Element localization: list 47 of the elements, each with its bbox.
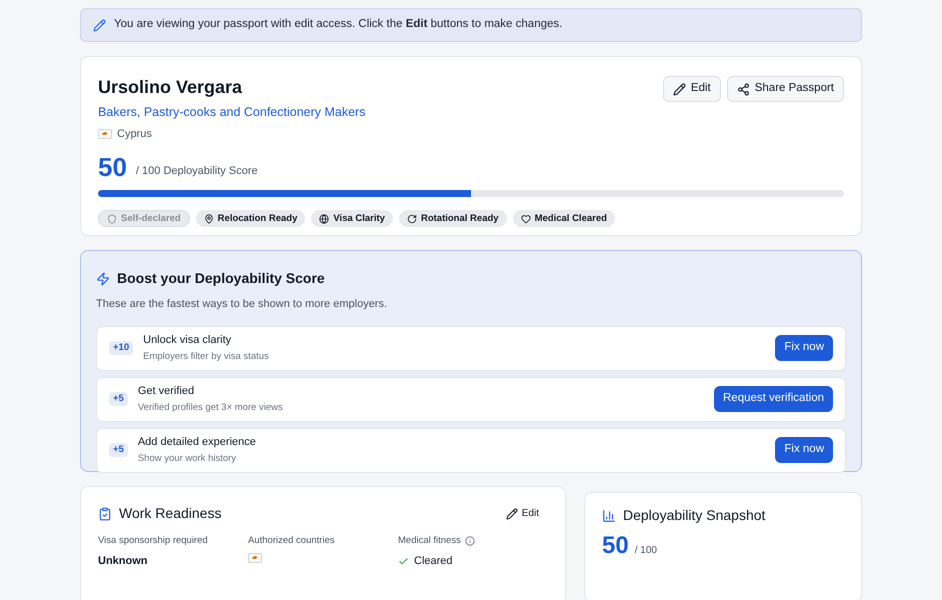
clipboard-icon [98, 506, 112, 520]
boost-item-title: Unlock visa clarity [143, 333, 232, 348]
points-badge: +5 [109, 392, 128, 406]
boost-item-detail: Show your work history [138, 452, 238, 466]
fix-button[interactable]: Fix now [775, 335, 833, 361]
profile-name: Ursolino Vergara [98, 76, 244, 99]
field-label: Visa sponsorship required [98, 534, 208, 548]
points-badge: +10 [109, 341, 134, 355]
status-badge: Rotational Ready [398, 210, 507, 228]
status-badge: Medical Cleared [512, 210, 615, 228]
status-badge: Visa Clarity [311, 210, 393, 228]
boost-item-detail: Verified profiles get 3× more views [138, 400, 283, 415]
edit-button[interactable]: Edit [662, 76, 721, 102]
snapshot-score-label: / 100 [634, 544, 657, 558]
share-icon [736, 82, 750, 96]
share-button[interactable]: Share Passport [726, 76, 844, 102]
fix-button[interactable]: Request verification [714, 386, 833, 412]
status-badge: Self-declared [98, 210, 190, 228]
check-icon [398, 556, 409, 567]
edit-button[interactable]: Edit [506, 506, 539, 521]
work-readiness-title: Work Readiness [119, 504, 222, 523]
country-text: Cyprus [117, 126, 152, 142]
status-badge: Relocation Ready [196, 210, 306, 228]
boost-title: Boost your Deployability Score [117, 269, 325, 288]
pencil-icon [672, 82, 686, 96]
field-label: Authorized countries [248, 534, 335, 548]
boost-item-title: Add detailed experience [138, 435, 256, 450]
snapshot-title: Deployability Snapshot [623, 506, 766, 525]
fix-button[interactable]: Fix now [775, 437, 833, 463]
boost-item-detail: Employers filter by visa status [143, 350, 269, 364]
lightning-icon [96, 272, 110, 286]
boost-subtitle: These are the fastest ways to be shown to more employers. [96, 297, 388, 312]
flag-icon [98, 129, 112, 139]
notice-text: You are viewing your passport with edit access. Click the Edit buttons to make changes. [114, 17, 562, 32]
flag-icon [248, 553, 262, 564]
field-value: Unknown [98, 554, 148, 570]
snapshot-score: 50 [602, 532, 629, 560]
field-label: Medical fitness [398, 534, 461, 548]
occupation-link[interactable]: Bakers, Pastry-cooks and Confectionery Makers [98, 103, 366, 122]
pencil-icon [93, 18, 106, 32]
pencil-icon [506, 508, 518, 520]
boost-item-title: Get verified [138, 384, 196, 400]
field-value: Cleared [414, 554, 453, 570]
points-badge: +5 [109, 443, 128, 457]
score-label: / 100 Deployability Score [136, 164, 258, 179]
score-value: 50 [98, 153, 127, 182]
bar-chart-icon [602, 508, 616, 522]
